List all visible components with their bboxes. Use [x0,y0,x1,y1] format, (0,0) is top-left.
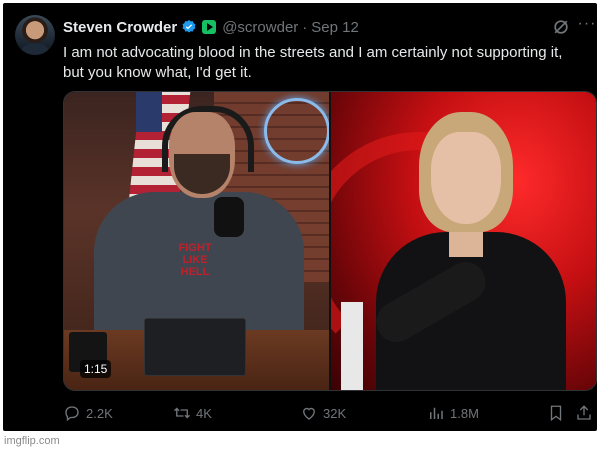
video-left-pane: FIGHT LIKE HELL 1:15 [64,92,329,390]
author-handle[interactable]: @scrowder [222,19,298,36]
video-right-pane [331,92,596,390]
neon-sign [264,98,329,164]
video-player[interactable]: FIGHT LIKE HELL 1:15 [63,91,597,391]
reply-icon [65,406,79,422]
affiliate-badge-icon [202,20,217,34]
author-name[interactable]: Steven Crowder [63,19,177,36]
like-icon [303,407,315,420]
like-button[interactable]: 32K [300,403,346,423]
views-button[interactable]: 1.8M [427,403,479,423]
microphone [214,197,244,237]
repost-icon [174,407,190,419]
views-icon [430,407,443,419]
video-duration: 1:15 [80,360,112,378]
grok-icon[interactable] [551,17,571,37]
guest-face [431,132,501,224]
bookmark-icon [550,405,562,422]
bookmark-button[interactable] [547,403,570,423]
reply-button[interactable]: 2.2K [63,403,113,423]
share-icon [577,405,591,420]
more-icon[interactable]: ··· [577,16,597,37]
like-count: 32K [323,405,347,421]
watermark: imgflip.com [4,435,60,447]
verified-badge-icon [181,19,197,35]
separator-dot: · [302,18,308,36]
views-count: 1.8M [450,405,479,421]
mic-stand [341,302,363,390]
post-date[interactable]: Sep 12 [311,19,359,36]
laptop [144,318,246,376]
avatar[interactable] [15,15,55,55]
reply-count: 2.2K [86,405,113,421]
tweet-header: Steven Crowder @scrowder · Sep 12 [63,17,359,37]
action-bar: 2.2K 4K 32K 1.8M [63,403,595,423]
share-button[interactable] [575,403,597,423]
tweet-text: I am not advocating blood in the streets… [63,44,563,81]
repost-count: 4K [196,405,212,421]
tweet-card[interactable]: Steven Crowder @scrowder · Sep 12 ··· I … [3,3,597,431]
shirt-print: FIGHT LIKE HELL [178,242,212,278]
repost-button[interactable]: 4K [173,403,212,423]
flag-canton [136,92,162,132]
